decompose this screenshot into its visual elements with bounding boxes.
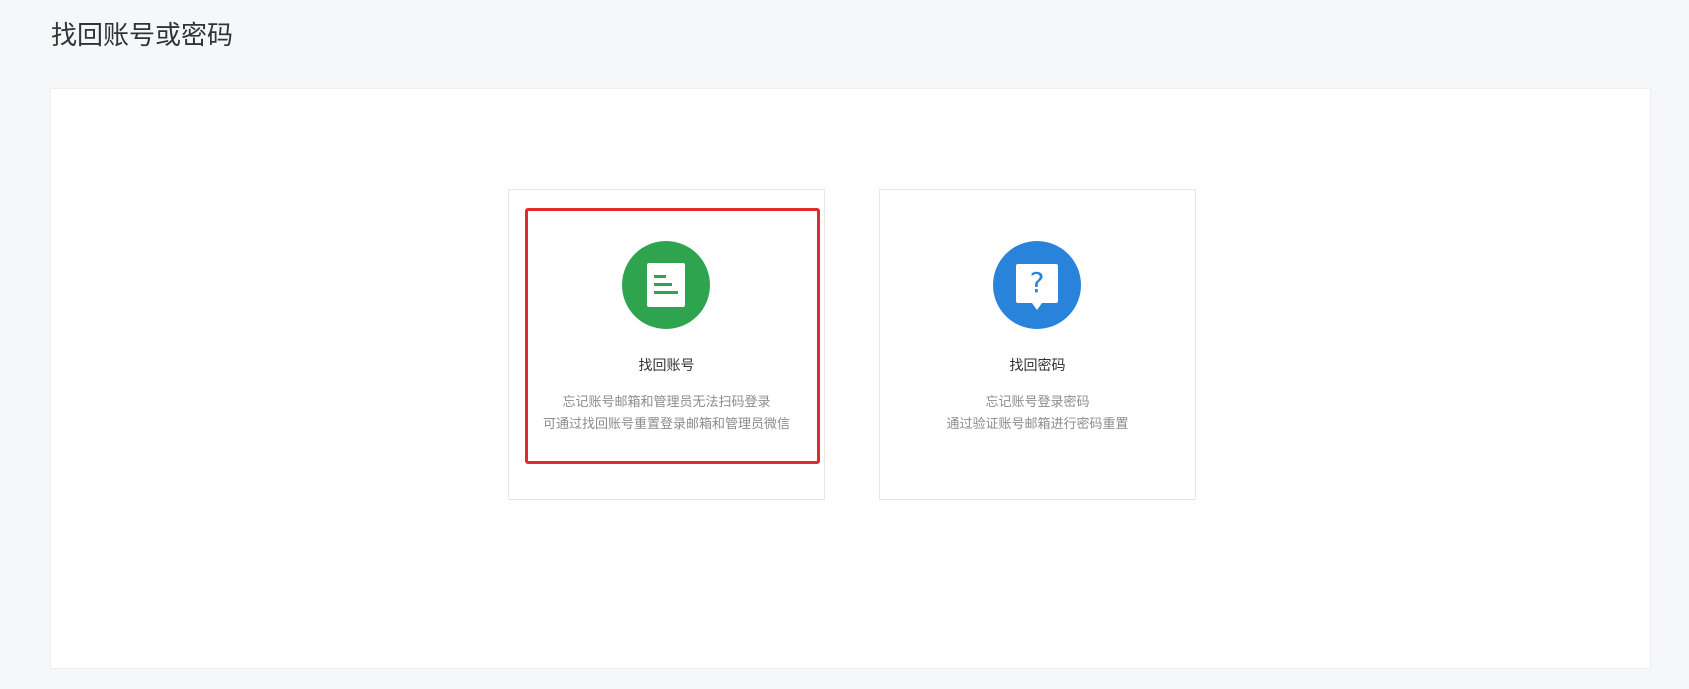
- card-description: 可通过找回账号重置登录邮箱和管理员微信: [542, 417, 790, 432]
- card-description: 通过验证账号邮箱进行密码重置: [946, 417, 1129, 432]
- card-title: 找回账号: [638, 358, 695, 374]
- document-icon: [622, 241, 710, 329]
- main-panel: 找回账号 忘记账号邮箱和管理员无法扫码登录 可通过找回账号重置登录邮箱和管理员微…: [50, 88, 1651, 669]
- card-title: 找回密码: [1009, 358, 1066, 374]
- card-description: 忘记账号邮箱和管理员无法扫码登录: [562, 395, 771, 410]
- recover-account-card[interactable]: 找回账号 忘记账号邮箱和管理员无法扫码登录 可通过找回账号重置登录邮箱和管理员微…: [508, 189, 825, 500]
- page-title: 找回账号或密码: [51, 21, 234, 51]
- recover-password-card[interactable]: ? 找回密码 忘记账号登录密码 通过验证账号邮箱进行密码重置: [879, 189, 1196, 500]
- svg-text:?: ?: [1030, 266, 1045, 299]
- question-bubble-icon: ?: [993, 241, 1081, 329]
- card-description: 忘记账号登录密码: [985, 395, 1090, 410]
